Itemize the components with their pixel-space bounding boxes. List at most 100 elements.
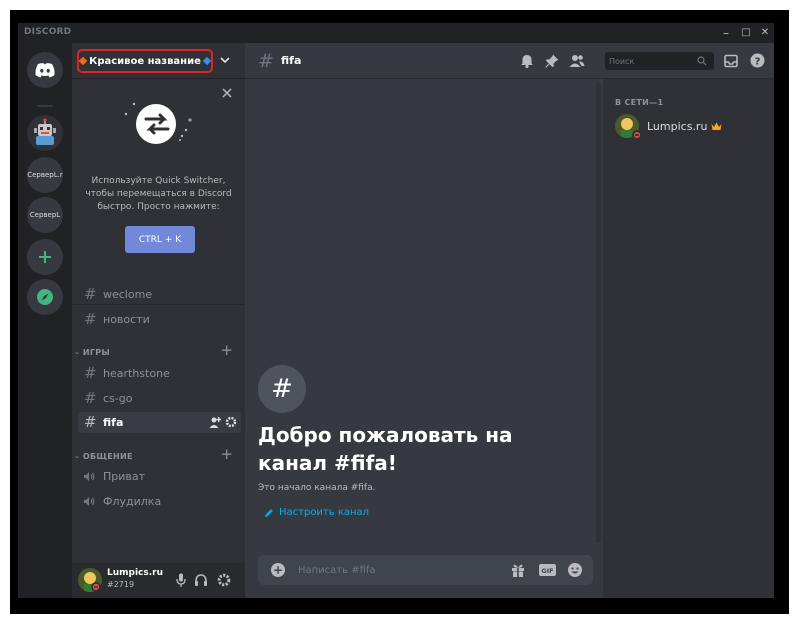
voice-channel-flood[interactable]: Флудилка: [78, 491, 241, 512]
add-attachment-icon[interactable]: +: [271, 563, 285, 577]
voice-channel-private[interactable]: Приват: [78, 466, 241, 487]
channel-hash-badge: #: [258, 365, 306, 413]
guild-header[interactable]: Красивое название: [72, 43, 245, 79]
discord-logo-icon: [35, 63, 55, 78]
chat-area: # fifa # Добро пожаловать на канал #fifa…: [245, 43, 603, 598]
invite-people-icon[interactable]: [208, 416, 221, 429]
chevron-down-icon: ⌄: [74, 452, 80, 460]
robot-icon: [34, 118, 56, 145]
hash-icon: #: [271, 374, 293, 404]
add-channel-icon[interactable]: +: [220, 343, 233, 358]
microphone-icon[interactable]: [176, 573, 186, 588]
avatar[interactable]: [78, 568, 102, 592]
discord-window: DISCORD – □ ✕ СерверL.r СерверL Красивое…: [18, 23, 774, 598]
svg-text:?: ?: [755, 57, 761, 68]
channel-header: # fifa: [245, 43, 603, 79]
server-rail: СерверL.r СерверL: [18, 43, 72, 598]
channel-cs-go[interactable]: # cs-go: [78, 388, 241, 409]
channel-label: Приват: [103, 470, 146, 483]
online-group-title: В СЕТИ—1: [615, 98, 664, 107]
minimize-button[interactable]: –: [718, 25, 734, 41]
user-name: Lumpics.ru: [107, 568, 164, 578]
gif-icon[interactable]: GIF: [538, 562, 557, 578]
hash-icon: #: [84, 310, 97, 328]
edit-channel-link[interactable]: Настроить канал: [264, 507, 369, 518]
speaker-icon: [83, 471, 95, 482]
home-button[interactable]: [27, 52, 63, 88]
add-server-button[interactable]: [27, 239, 63, 275]
help-icon[interactable]: ?: [750, 53, 765, 68]
message-composer: + GIF: [258, 555, 593, 585]
svg-text:GIF: GIF: [541, 567, 553, 575]
hash-icon: #: [84, 413, 97, 431]
message-input[interactable]: [298, 562, 498, 578]
edit-channel-label: Настроить канал: [279, 507, 370, 518]
add-channel-icon[interactable]: +: [220, 447, 233, 462]
diamond-orange-icon: [78, 56, 88, 66]
compass-icon: [37, 289, 53, 305]
channel-hearthstone[interactable]: # hearthstone: [78, 363, 241, 384]
speaker-icon: [83, 496, 95, 507]
explore-servers-button[interactable]: [27, 279, 63, 315]
welcome-title: Добро пожаловать на канал #fifa!: [258, 423, 513, 475]
member-item[interactable]: Lumpics.ru: [611, 111, 766, 141]
gear-icon[interactable]: [217, 573, 231, 587]
emoji-icon[interactable]: [567, 562, 583, 578]
diamond-blue-icon: [202, 56, 212, 66]
close-window-button[interactable]: ✕: [757, 25, 773, 41]
hash-icon: #: [84, 389, 97, 407]
server-label: СерверL.r: [27, 171, 63, 179]
pin-icon[interactable]: [544, 53, 560, 69]
server-label: СерверL: [29, 211, 61, 219]
chevron-down-icon[interactable]: [219, 55, 231, 65]
guild-name-highlight[interactable]: Красивое название: [77, 49, 213, 73]
title-bar: DISCORD – □ ✕: [18, 23, 774, 43]
dnd-status-icon: [632, 130, 642, 140]
member-name: Lumpics.ru: [647, 119, 708, 133]
hash-icon: #: [258, 50, 274, 72]
category-chat[interactable]: ⌄ ОБЩЕНИЕ +: [74, 447, 239, 463]
welcome-subtitle: Это начало канала #fifa.: [258, 483, 376, 493]
avatar: [615, 114, 642, 140]
channel-title: fifa: [281, 54, 302, 67]
bell-icon[interactable]: [519, 53, 535, 69]
channel-weclome[interactable]: # weclome: [78, 284, 241, 305]
crown-icon: [711, 122, 722, 130]
server-text-1[interactable]: СерверL.r: [27, 157, 63, 193]
search-box[interactable]: [605, 52, 714, 70]
channel-news[interactable]: # новости: [78, 309, 241, 330]
server-bot[interactable]: [27, 115, 63, 151]
gear-icon[interactable]: [225, 416, 237, 428]
channel-sidebar: Красивое название Используйте Quick Swit…: [72, 43, 245, 598]
channel-label: новости: [103, 313, 150, 326]
app-brand: DISCORD: [24, 27, 72, 37]
category-label: ИГРЫ: [82, 347, 111, 357]
server-text-2[interactable]: СерверL: [27, 197, 63, 233]
channel-label: hearthstone: [103, 367, 170, 380]
search-input[interactable]: [609, 54, 689, 68]
scrollbar[interactable]: [596, 83, 601, 543]
category-games[interactable]: ⌄ ИГРЫ +: [74, 343, 239, 359]
hash-icon: #: [84, 285, 97, 303]
channel-label: weclome: [103, 288, 153, 301]
channel-fifa[interactable]: # fifa: [78, 412, 241, 433]
headphones-icon[interactable]: [194, 573, 208, 587]
hash-icon: #: [84, 364, 97, 382]
close-icon[interactable]: [221, 87, 233, 99]
user-tag: #2719: [107, 580, 135, 589]
gift-icon[interactable]: [510, 562, 526, 578]
chevron-down-icon: ⌄: [74, 348, 80, 356]
user-avatar-icon: [78, 568, 102, 592]
search-icon: [697, 56, 707, 66]
member-list: ? В СЕТИ—1 Lumpics.ru: [603, 43, 774, 598]
inbox-icon[interactable]: [724, 54, 738, 68]
maximize-button[interactable]: □: [738, 25, 754, 41]
members-icon[interactable]: [569, 53, 585, 69]
members-header: ?: [603, 43, 774, 79]
rail-separator: [37, 105, 53, 107]
quick-switcher-tip: Используйте Quick Switcher, чтобы переме…: [72, 80, 245, 305]
user-panel: Lumpics.ru #2719: [72, 563, 245, 598]
quick-switcher-text: Используйте Quick Switcher, чтобы переме…: [85, 176, 232, 212]
plus-icon: [39, 251, 51, 263]
quick-switcher-shortcut-button[interactable]: CTRL + K: [125, 226, 195, 253]
